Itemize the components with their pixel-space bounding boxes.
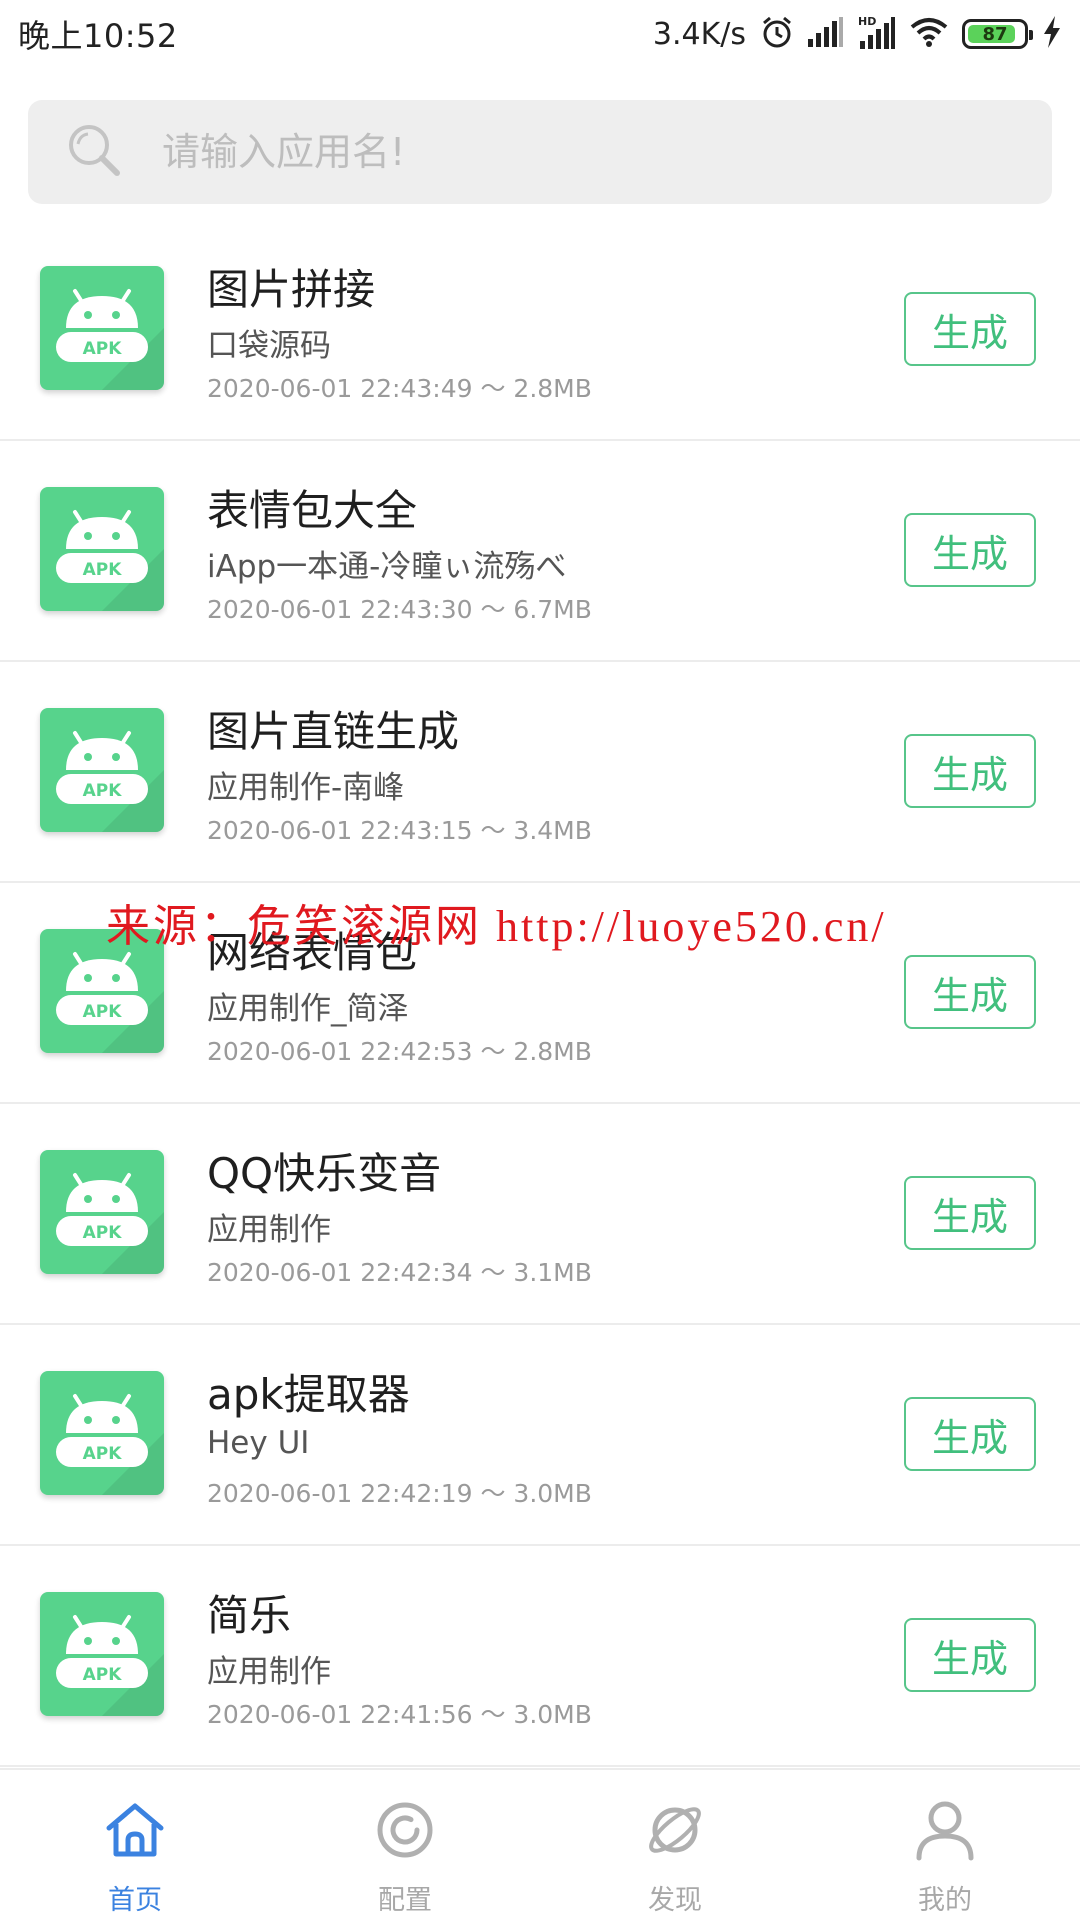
wifi-icon [910,17,948,51]
nav-item-home[interactable]: 首页 [35,1770,235,1920]
app-list-item[interactable]: APK 图片直链生成 应用制作-南峰 2020-06-01 22:43:15 ～… [0,662,1080,883]
nav-label-profile: 我的 [918,1885,972,1916]
apk-icon: APK [40,266,164,390]
generate-button[interactable]: 生成 [904,955,1036,1029]
generate-button[interactable]: 生成 [904,513,1036,587]
config-icon [377,1802,433,1858]
app-author: iApp一本通-冷瞳ぃ流殇べ [207,549,567,585]
generate-button[interactable]: 生成 [904,1618,1036,1692]
app-author: 应用制作-南峰 [207,770,405,806]
app-list-item[interactable]: APK 表情包大全 iApp一本通-冷瞳ぃ流殇べ 2020-06-01 22:4… [0,441,1080,662]
generate-button[interactable]: 生成 [904,1176,1036,1250]
search-icon [66,122,162,182]
generate-button[interactable]: 生成 [904,292,1036,366]
app-meta: 2020-06-01 22:42:34 ～ 3.1MB [207,1258,592,1287]
app-meta: 2020-06-01 22:43:49 ～ 2.8MB [207,374,592,403]
nav-label-home: 首页 [108,1885,162,1916]
svg-text:HD: HD [858,15,876,28]
generate-button[interactable]: 生成 [904,734,1036,808]
app-meta: 2020-06-01 22:43:15 ～ 3.4MB [207,816,592,845]
app-title: apk提取器 [207,1370,410,1419]
app-list-item[interactable]: APK apk提取器 Hey UI 2020-06-01 22:42:19 ～ … [0,1325,1080,1546]
nav-item-discover[interactable]: 发现 [575,1770,775,1920]
app-title: 表情包大全 [207,486,418,535]
app-title: 简乐 [207,1591,292,1640]
apk-badge-label: APK [83,1665,123,1685]
app-list-item[interactable]: APK 图片拼接 口袋源码 2020-06-01 22:43:49 ～ 2.8M… [0,220,1080,441]
status-bar: 晚上10:52 3.4K/s HD 87 [0,0,1080,68]
apk-badge-label: APK [83,339,123,359]
generate-button[interactable]: 生成 [904,1397,1036,1471]
apk-icon: APK [40,708,164,832]
user-icon [916,1801,974,1861]
apk-icon: APK [40,1371,164,1495]
apk-icon: APK [40,487,164,611]
apk-icon: APK [40,1150,164,1274]
nav-label-config: 配置 [378,1885,432,1916]
charging-icon [1042,16,1062,52]
nav-label-discover: 发现 [648,1885,702,1916]
app-meta: 2020-06-01 22:42:53 ～ 2.8MB [207,1037,592,1066]
nav-item-profile[interactable]: 我的 [845,1770,1045,1920]
app-author: 应用制作 [207,1654,331,1690]
app-title: 网络表情包 [207,928,418,977]
apk-badge-label: APK [83,1223,123,1243]
search-input[interactable] [162,130,982,174]
battery-percent: 87 [982,23,1008,45]
apk-icon: APK [40,929,164,1053]
app-list-item[interactable]: APK 网络表情包 应用制作_简泽 2020-06-01 22:42:53 ～ … [0,883,1080,1104]
home-icon [106,1803,164,1857]
hd-signal-icon: HD [858,15,896,53]
bottom-nav: 首页 配置 发现 我的 [0,1768,1080,1920]
app-author: 应用制作_简泽 [207,991,409,1027]
apk-icon: APK [40,1592,164,1716]
app-list-item[interactable]: APK QQ快乐变音 应用制作 2020-06-01 22:42:34 ～ 3.… [0,1104,1080,1325]
apk-badge-label: APK [83,1002,123,1022]
apk-badge-label: APK [83,781,123,801]
app-meta: 2020-06-01 22:42:19 ～ 3.0MB [207,1479,592,1508]
cellular-signal-icon [808,17,844,51]
app-meta: 2020-06-01 22:43:30 ～ 6.7MB [207,595,592,624]
app-title: QQ快乐变音 [207,1149,442,1198]
apk-badge-label: APK [83,1444,123,1464]
planet-icon [649,1807,701,1853]
app-author: Hey UI [207,1425,310,1461]
status-time: 晚上10:52 [18,17,178,55]
app-author: 应用制作 [207,1212,331,1248]
app-list: APK 图片拼接 口袋源码 2020-06-01 22:43:49 ～ 2.8M… [0,220,1080,1767]
nav-item-config[interactable]: 配置 [305,1770,505,1920]
app-list-item[interactable]: APK 简乐 应用制作 2020-06-01 22:41:56 ～ 3.0MB … [0,1546,1080,1767]
search-bar[interactable] [28,100,1052,204]
status-indicators: 3.4K/s HD 87 [653,15,1062,53]
app-title: 图片直链生成 [207,707,460,756]
app-author: 口袋源码 [207,328,331,364]
network-speed: 3.4K/s [652,16,746,52]
battery-indicator: 87 [962,19,1033,49]
apk-badge-label: APK [83,560,123,580]
app-meta: 2020-06-01 22:41:56 ～ 3.0MB [207,1700,592,1729]
alarm-icon [760,15,794,53]
app-title: 图片拼接 [207,265,376,314]
